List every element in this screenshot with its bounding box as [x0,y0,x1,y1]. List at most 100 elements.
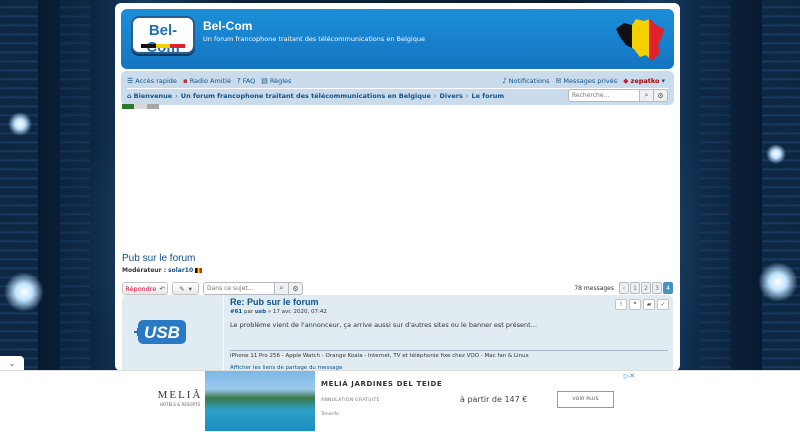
caret-down-icon: ▾ [188,284,192,293]
moderator-line: Modérateur : solar10 [122,267,203,274]
quick-access-label: Accès rapide [135,77,177,85]
pagination: 78 messages ‹ 1 2 3 4 [574,282,673,294]
forum-panel: Bel-Com Bel-Com Un forum francophone tra… [115,3,680,371]
post-by: par [244,309,254,315]
background-light [4,272,44,312]
page-2-button[interactable]: 2 [641,282,651,294]
breadcrumb-home[interactable]: Bienvenue [134,92,173,100]
breadcrumb-separator: › [433,92,437,100]
topic-action-bar: Répondre ↶ ✎ ▾ ⌕ ⚙ 78 messages ‹ 1 2 3 4 [122,282,673,295]
breadcrumb-separator: › [175,92,178,100]
ad-close-icon[interactable]: ▷✕ [624,372,635,380]
topic-title[interactable]: Pub sur le forum [122,253,195,264]
gear-icon: ⚙ [292,284,299,293]
site-search: ⌕ ⚙ [568,89,668,102]
breadcrumb-separator: › [465,92,469,100]
ad-cta-button[interactable]: VOIR PLUS [557,391,614,408]
ad-brand-sub: HOTELS & RESORTS [159,402,201,407]
logo-text: Bel-Com [146,22,179,56]
breadcrumb-subforum[interactable]: Le forum [471,92,504,100]
collapse-ad-button[interactable]: ⌄ [0,356,24,370]
bell-icon: ♪ [502,77,507,85]
signature-divider [230,350,668,351]
navbar: ☰ Accès rapide ▪ Radio Amitié ? FAQ ▤ Rè… [121,71,674,105]
like-button[interactable]: ✓ [657,299,669,310]
moderator-name[interactable]: solar10 [168,267,193,274]
topic-search-input[interactable] [203,282,275,295]
topic-tools-button[interactable]: ✎ ▾ [172,282,199,295]
report-button[interactable]: ! [615,299,627,310]
ad-brand: MELIÃ [157,389,203,401]
reply-label: Répondre [125,284,157,293]
ad-location: Tenerife [321,412,339,417]
background-rack [762,0,800,370]
post-number[interactable]: #61 [230,309,242,315]
user-menu[interactable]: ◆ zepatko ▾ [623,77,667,85]
advanced-search-button[interactable]: ⚙ [654,89,668,102]
notifications-label: Notifications [508,77,550,85]
previous-page-button[interactable]: ‹ [619,282,629,294]
avatar-text: USB [144,323,180,342]
faq-link[interactable]: ? FAQ [237,77,255,85]
message-count: 78 messages [574,284,614,292]
ad-brand-logo: MELIÃ HOTELS & RESORTS [155,389,205,407]
quick-access-menu[interactable]: ☰ Accès rapide [127,77,177,85]
site-header: Bel-Com Bel-Com Un forum francophone tra… [121,9,674,69]
belgium-flag-map-icon [616,19,664,61]
quote-button[interactable]: ❝ [629,299,641,310]
ad-hotel-photo [205,371,315,431]
post-meta: #61 par usb » 17 avr. 2020, 07:42 [230,309,668,315]
quote-icon: ❝ [633,301,637,308]
topic-search-button[interactable]: ⌕ [275,282,289,295]
search-icon: ⌕ [279,284,284,292]
breadcrumb: ⌂ Bienvenue › Un forum francophone trait… [127,90,547,102]
ad-headline: MELIÁ JARDINES DEL TEIDE [321,380,443,388]
background-rack [60,0,90,370]
search-input[interactable] [568,89,640,102]
belgium-flag-icon [195,268,203,273]
post-content: Le problème vient de l'annonceur, ça arr… [230,321,538,329]
topic-search: ⌕ ⚙ [203,282,303,295]
thanks-button[interactable]: ▰ [643,299,655,310]
private-messages-link[interactable]: ✉ Messages privés [555,77,617,85]
radio-label: Radio Amitié [189,77,231,85]
page-3-button[interactable]: 3 [652,282,662,294]
avatar: ◆ [623,77,629,85]
post: USB Re: Pub sur le forum #61 par usb » 1… [122,295,673,371]
book-icon: ▤ [261,77,268,85]
home-icon[interactable]: ⌂ [127,92,132,100]
topic-search-options-button[interactable]: ⚙ [289,282,303,295]
caret-down-icon: ▾ [661,77,665,85]
radio-icon: ▪ [182,77,188,85]
logo-flag-bars [141,44,186,48]
radio-link[interactable]: ▪ Radio Amitié [183,77,231,85]
site-title[interactable]: Bel-Com [203,19,252,33]
reply-button[interactable]: Répondre ↶ [122,282,168,295]
background-light [8,112,32,136]
avatar[interactable]: USB [132,315,188,349]
chat-icon: ▰ [646,301,652,308]
page-4-button[interactable]: 4 [663,282,673,294]
notifications-link[interactable]: ♪ Notifications [502,77,549,85]
bottom-ad-bar: MELIÃ HOTELS & RESORTS MELIÁ JARDINES DE… [0,370,800,432]
site-logo[interactable]: Bel-Com [131,16,195,56]
post-date: » 17 avr. 2020, 07:42 [267,309,327,315]
search-button[interactable]: ⌕ [640,89,654,102]
post-title[interactable]: Re: Pub sur le forum [230,297,668,307]
advertisement[interactable]: MELIÃ HOTELS & RESORTS MELIÁ JARDINES DE… [155,371,639,431]
breadcrumb-forum[interactable]: Un forum francophone traitant des téléco… [181,92,431,100]
page-1-button[interactable]: 1 [630,282,640,294]
post-author[interactable]: usb [255,309,266,315]
private-messages-label: Messages privés [563,77,618,85]
background-rack [700,0,730,370]
post-body: Re: Pub sur le forum #61 par usb » 17 av… [230,297,668,329]
breadcrumb-section[interactable]: Divers [440,92,463,100]
rules-label: Règles [269,77,292,85]
rules-link[interactable]: ▤ Règles [261,77,291,85]
faq-label: FAQ [242,77,256,85]
moderator-label: Modérateur : [122,267,167,274]
question-icon: ? [236,77,241,85]
inbox-icon: ✉ [555,77,562,85]
mini-banner-image[interactable] [122,104,159,109]
site-description: Un forum francophone traitant des téléco… [203,35,425,43]
